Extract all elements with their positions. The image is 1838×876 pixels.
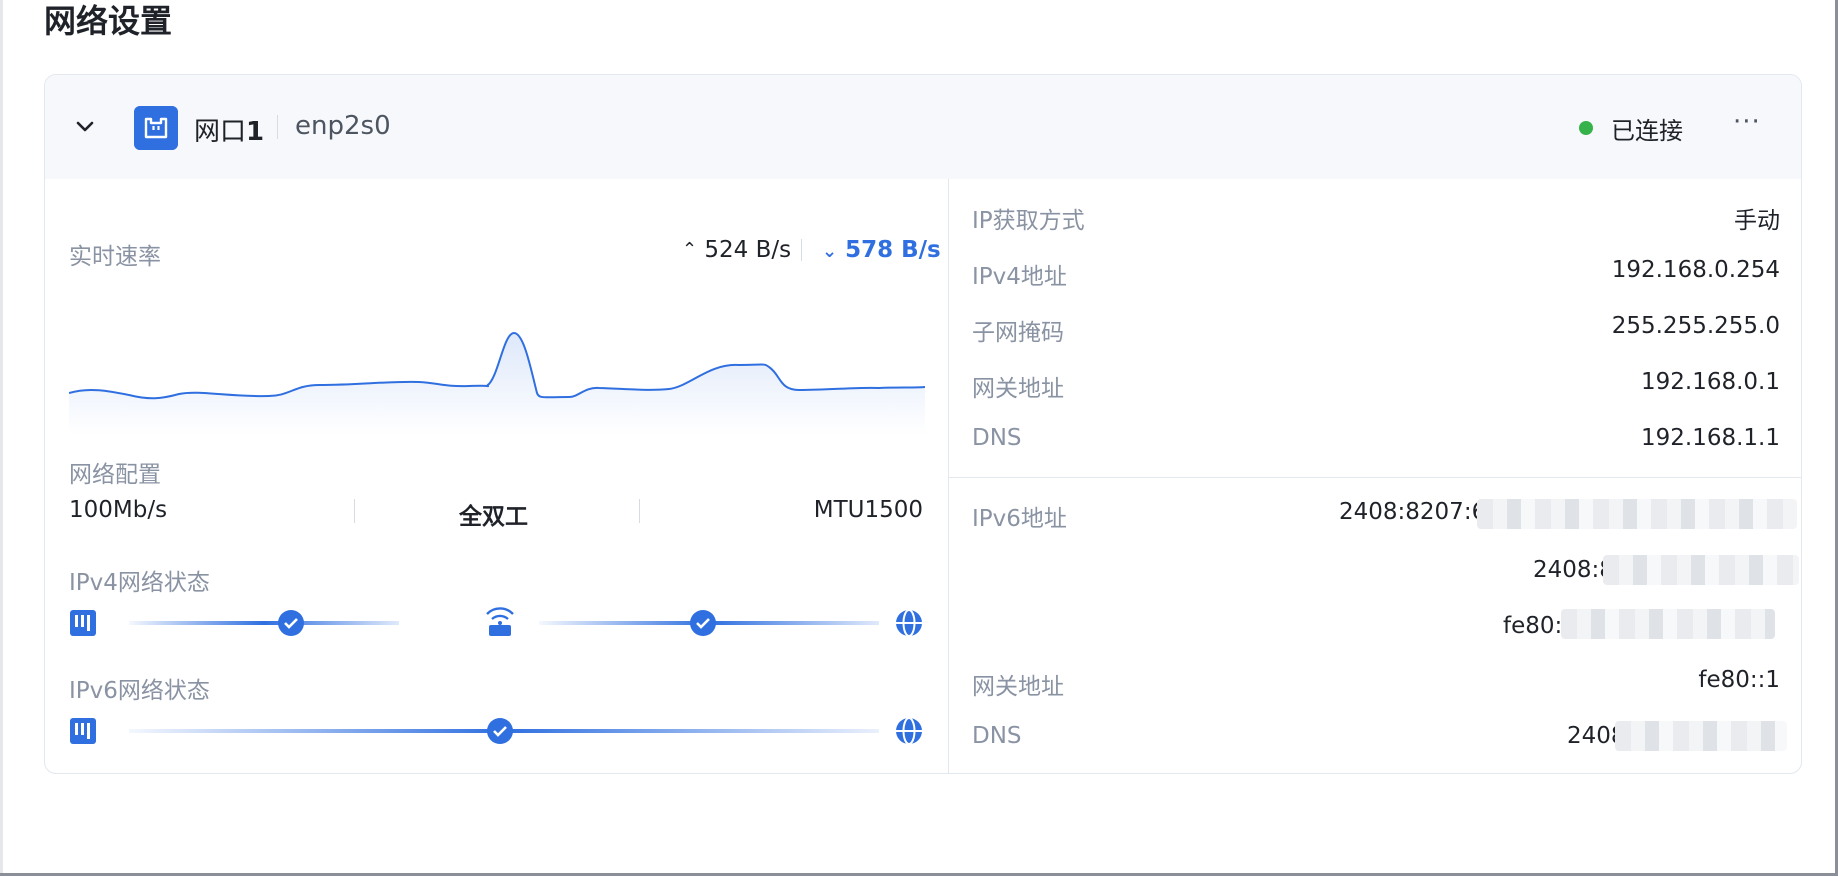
netmask-key: 子网掩码	[972, 320, 1064, 346]
port-name: 网口1	[194, 117, 265, 147]
speed-label: 实时速率	[69, 244, 161, 270]
redacted-mask	[1477, 499, 1797, 529]
gateway-key: 网关地址	[972, 376, 1064, 402]
download-speed: ⌄ 578 B/s	[822, 237, 941, 263]
status-dot	[1579, 121, 1593, 135]
bandwidth-value: 100Mb/s	[69, 497, 168, 523]
connection-status: 已连接	[1611, 117, 1683, 145]
redacted-mask	[1561, 609, 1775, 639]
more-options-button[interactable]: ···	[1733, 107, 1761, 137]
ipv6-address: 2408:8	[1533, 557, 1614, 583]
ipv6-gateway-row: 网关地址 fe80::1	[972, 667, 1780, 700]
header-divider	[277, 115, 278, 139]
arrow-up-icon: ⌃	[682, 239, 698, 260]
interface-name: enp2s0	[295, 111, 391, 141]
ipv6-gateway-key: 网关地址	[972, 674, 1064, 700]
ethernet-port-icon	[134, 106, 178, 150]
check-icon	[487, 718, 513, 744]
netmask-value: 255.255.255.0	[1611, 313, 1780, 339]
network-config-label: 网络配置	[69, 462, 161, 488]
redacted-mask	[1603, 555, 1799, 585]
device-icon	[70, 718, 96, 744]
redacted-mask	[1615, 721, 1787, 751]
netmask-row: 子网掩码 255.255.255.0	[972, 313, 1780, 346]
duplex-value: 全双工	[459, 504, 528, 530]
upload-speed: ⌃ 524 B/s	[682, 237, 792, 263]
gateway-value: 192.168.0.1	[1641, 369, 1780, 395]
ipv6-status-track	[70, 717, 922, 745]
speed-divider	[801, 239, 802, 261]
ipv4-value: 192.168.0.254	[1611, 257, 1780, 283]
dns-value: 192.168.1.1	[1641, 425, 1780, 451]
gateway-row: 网关地址 192.168.0.1	[972, 369, 1780, 402]
ipv6-address: 2408:8207:6c	[1339, 499, 1499, 525]
globe-icon	[896, 609, 922, 637]
ipv6-gateway-value: fe80::1	[1698, 667, 1780, 693]
config-divider	[354, 499, 355, 523]
dns-row: DNS 192.168.1.1	[972, 425, 1780, 455]
globe-icon	[896, 717, 922, 745]
dns-key: DNS	[972, 425, 1022, 451]
ipv6-key: IPv6地址	[972, 506, 1067, 532]
ip-method-key: IP获取方式	[972, 208, 1085, 234]
window-left-edge	[0, 0, 3, 876]
ipv6-dns-key: DNS	[972, 723, 1022, 749]
ipv4-status-label: IPv4网络状态	[69, 570, 210, 596]
ip-method-row: IP获取方式 手动	[972, 201, 1780, 234]
device-icon	[70, 610, 96, 636]
arrow-down-icon: ⌄	[822, 241, 838, 262]
router-icon	[486, 607, 514, 636]
card-header[interactable]: 网口1 enp2s0 已连接 ···	[45, 75, 1801, 179]
ipv6-status-label: IPv6网络状态	[69, 678, 210, 704]
chevron-down-icon[interactable]	[73, 115, 97, 139]
mtu-value: MTU1500	[813, 497, 923, 523]
check-icon	[278, 610, 304, 636]
ipv4-status-track	[70, 607, 922, 637]
config-divider	[639, 499, 640, 523]
check-icon	[690, 610, 716, 636]
ip-method-value: 手动	[1734, 208, 1780, 234]
network-port-card: 网口1 enp2s0 已连接 ··· 实时速率 ⌃ 524 B/s ⌄ 578 …	[44, 74, 1802, 774]
ipv4-key: IPv4地址	[972, 264, 1067, 290]
speed-sparkline	[69, 331, 925, 435]
section-divider	[949, 477, 1801, 478]
ipv6-address: fe80:	[1503, 613, 1563, 639]
page-title: 网络设置	[44, 2, 173, 40]
ipv4-row: IPv4地址 192.168.0.254	[972, 257, 1780, 290]
